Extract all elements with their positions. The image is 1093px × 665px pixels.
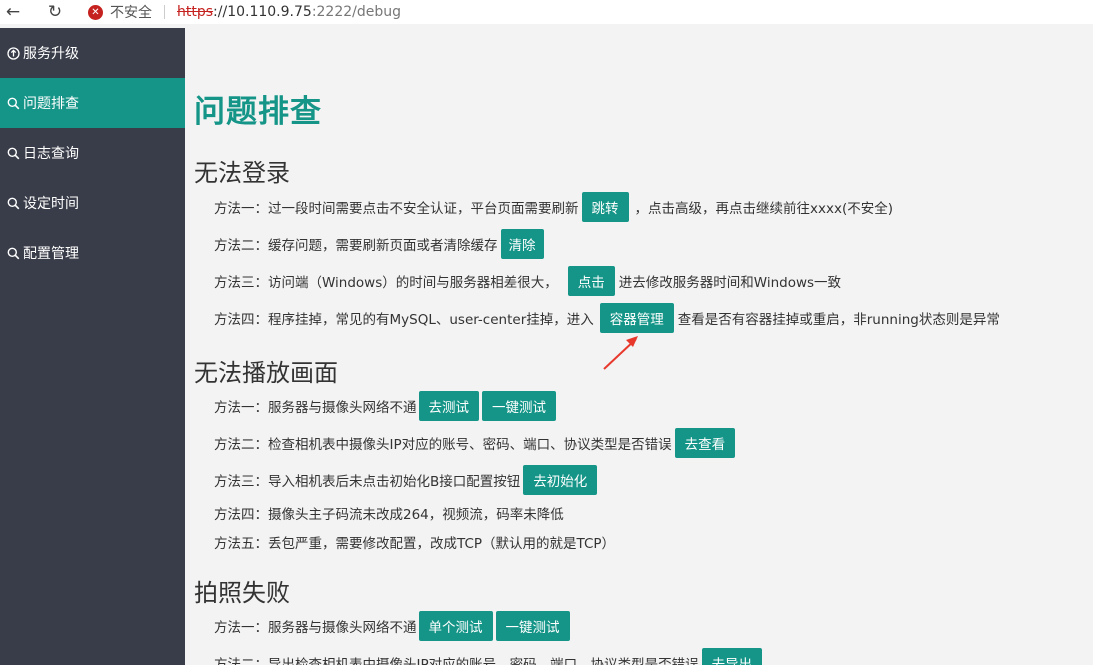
sidebar-item-label: 问题排查 xyxy=(23,96,79,112)
method-text: 方法二：缓存问题，需要刷新页面或者清除缓存 xyxy=(214,238,498,254)
method-row: 方法二：导出检查相机表中摄像头IP对应的账号、密码、端口、协议类型是否错误 去导… xyxy=(214,648,763,665)
method-row: 方法一：服务器与摄像头网络不通 单个测试 一键测试 xyxy=(214,611,570,641)
go-export-button[interactable]: 去导出 xyxy=(701,648,763,665)
search-icon xyxy=(6,97,21,110)
method-text: 方法一：服务器与摄像头网络不通 xyxy=(214,400,417,416)
search-icon xyxy=(6,147,21,160)
clear-cache-button[interactable]: 清除 xyxy=(500,229,544,259)
insecure-label: 不安全 xyxy=(110,5,152,21)
sidebar-item-label: 配置管理 xyxy=(23,246,79,262)
method-text: 方法一：过一段时间需要点击不安全认证，平台页面需要刷新 xyxy=(214,201,579,217)
url-host: ://10.110.9.75 xyxy=(213,4,312,20)
method-row: 方法四：程序挂掉，常见的有MySQL、user-center挂掉，进入 容器管理… xyxy=(214,303,1000,333)
url-scheme: https xyxy=(177,4,214,20)
method-text: 方法三：访问端（Windows）的时间与服务器相差很大， xyxy=(214,275,558,291)
method-text: 方法四：程序挂掉，常见的有MySQL、user-center挂掉，进入 xyxy=(214,312,594,328)
method-row: 方法一：服务器与摄像头网络不通 去测试 一键测试 xyxy=(214,391,556,421)
method-after-text: 查看是否有容器挂掉或重启，非running状态则是异常 xyxy=(677,312,1000,328)
go-view-button[interactable]: 去查看 xyxy=(674,428,736,458)
sidebar-item-upgrade[interactable]: 服务升级 xyxy=(0,28,185,78)
method-text: 方法五：丢包严重，需要修改配置，改成TCP（默认用的就是TCP） xyxy=(214,536,616,552)
method-row: 方法二：检查相机表中摄像头IP对应的账号、密码、端口、协议类型是否错误 去查看 xyxy=(214,428,736,458)
container-management-button[interactable]: 容器管理 xyxy=(599,303,674,333)
method-row: 方法四：摄像头主子码流未改成264，视频流，码率未降低 xyxy=(214,498,564,528)
one-click-test-button[interactable]: 一键测试 xyxy=(495,611,570,641)
page-title: 问题排查 xyxy=(194,94,322,130)
method-row: 方法三：导入相机表后未点击初始化B接口配置按钮 去初始化 xyxy=(214,465,598,495)
warning-icon: ✕ xyxy=(88,4,103,20)
method-row: 方法五：丢包严重，需要修改配置，改成TCP（默认用的就是TCP） xyxy=(214,527,615,557)
section-title-photo: 拍照失败 xyxy=(194,579,290,607)
go-test-button[interactable]: 去测试 xyxy=(418,391,479,421)
address-bar[interactable]: https://10.110.9.75:2222/debug xyxy=(177,4,401,20)
sidebar-item-label: 服务升级 xyxy=(23,46,79,62)
go-initialize-button[interactable]: 去初始化 xyxy=(523,465,598,495)
sidebar-item-set-time[interactable]: 设定时间 xyxy=(0,178,185,228)
method-text: 方法三：导入相机表后未点击初始化B接口配置按钮 xyxy=(214,474,521,490)
search-icon xyxy=(6,247,21,260)
method-row: 方法二：缓存问题，需要刷新页面或者清除缓存 清除 xyxy=(214,229,544,259)
browser-toolbar: ← ↻ ✕ 不安全 https://10.110.9.75:2222/debug xyxy=(0,0,1093,24)
sidebar: 服务升级 问题排查 日志查询 设定时间 配置管理 xyxy=(0,28,185,665)
annotation-arrow-icon xyxy=(603,336,638,370)
sidebar-item-config[interactable]: 配置管理 xyxy=(0,228,185,278)
security-indicator[interactable]: ✕ 不安全 xyxy=(88,0,152,24)
sidebar-item-troubleshoot[interactable]: 问题排查 xyxy=(0,78,185,128)
back-arrow-icon[interactable]: ← xyxy=(0,0,26,24)
one-click-test-button[interactable]: 一键测试 xyxy=(482,391,556,421)
main-content: 问题排查 无法登录 方法一：过一段时间需要点击不安全认证，平台页面需要刷新 跳转… xyxy=(185,28,1093,665)
url-port-path: :2222/debug xyxy=(311,4,402,20)
method-after-text: ，点击高级，再点击继续前往xxxx(不安全) xyxy=(634,201,894,217)
method-row: 方法一：过一段时间需要点击不安全认证，平台页面需要刷新 跳转 ，点击高级，再点击… xyxy=(214,192,893,222)
section-title-login: 无法登录 xyxy=(194,159,290,187)
method-row: 方法三：访问端（Windows）的时间与服务器相差很大， 点击 进去修改服务器时… xyxy=(214,266,841,296)
method-after-text: 进去修改服务器时间和Windows一致 xyxy=(618,275,842,291)
search-icon xyxy=(6,197,21,210)
method-text: 方法二：检查相机表中摄像头IP对应的账号、密码、端口、协议类型是否错误 xyxy=(214,437,672,453)
jump-button[interactable]: 跳转 xyxy=(581,192,629,222)
sidebar-item-logs[interactable]: 日志查询 xyxy=(0,128,185,178)
single-test-button[interactable]: 单个测试 xyxy=(418,611,493,641)
sidebar-item-label: 日志查询 xyxy=(23,146,79,162)
method-text: 方法二：导出检查相机表中摄像头IP对应的账号、密码、端口、协议类型是否错误 xyxy=(214,657,699,665)
url-divider xyxy=(164,5,165,19)
method-text: 方法四：摄像头主子码流未改成264，视频流，码率未降低 xyxy=(214,507,564,523)
upload-circle-icon xyxy=(6,46,21,60)
sidebar-item-label: 设定时间 xyxy=(23,196,79,212)
section-title-playback: 无法播放画面 xyxy=(194,359,338,387)
click-time-button[interactable]: 点击 xyxy=(567,266,615,296)
method-text: 方法一：服务器与摄像头网络不通 xyxy=(214,620,417,636)
reload-icon[interactable]: ↻ xyxy=(42,0,68,24)
